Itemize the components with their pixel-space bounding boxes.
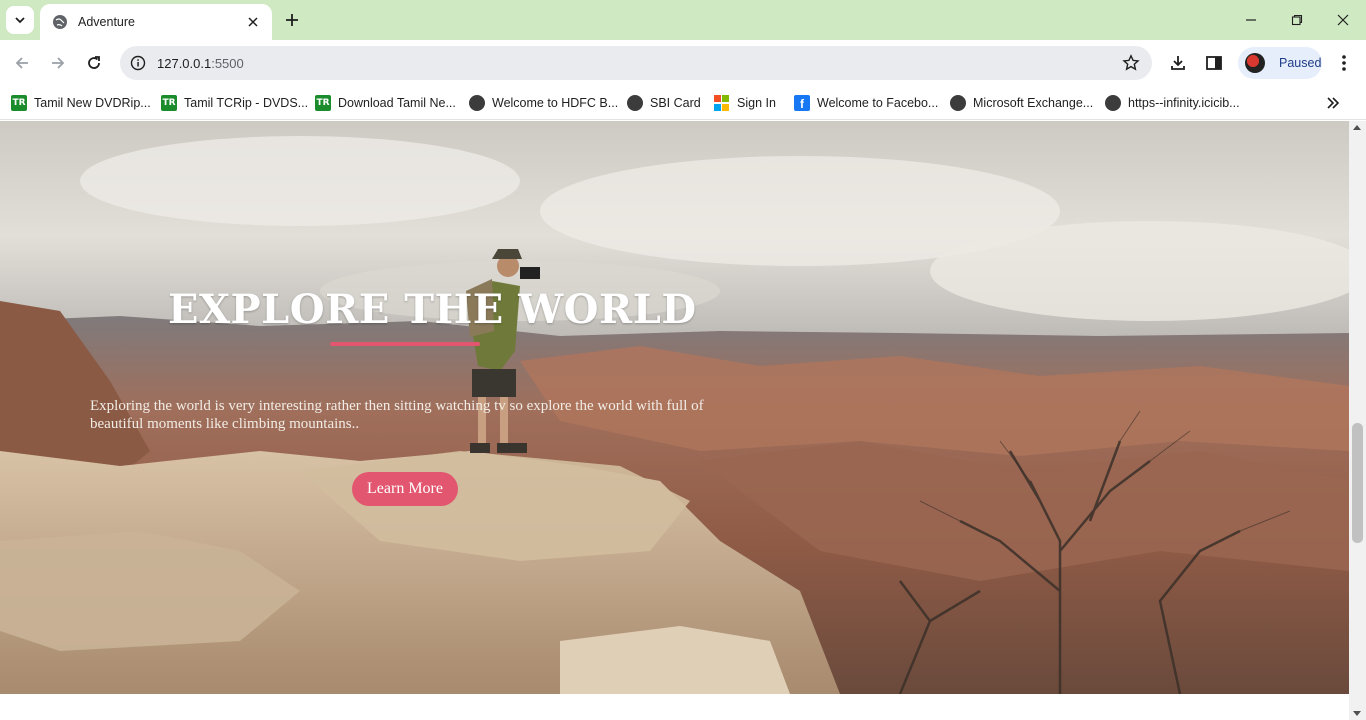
globe-icon bbox=[53, 15, 67, 29]
hero-title: EXPLORE THE WORLD bbox=[168, 286, 697, 333]
profile-status: Paused bbox=[1279, 56, 1322, 70]
close-icon bbox=[248, 17, 258, 27]
chevron-double-right-icon[interactable] bbox=[1324, 94, 1342, 112]
facebook-icon: f bbox=[794, 95, 810, 111]
bookmark-label: Microsoft Exchange... bbox=[973, 96, 1094, 110]
restore-icon bbox=[1291, 14, 1303, 26]
chevron-down-icon bbox=[15, 17, 25, 24]
bookmark-item[interactable]: https--infinity.icicib... bbox=[1105, 92, 1240, 114]
hero-description: Exploring the world is very interesting … bbox=[90, 398, 704, 432]
tr-icon: TR bbox=[161, 95, 177, 111]
tr-icon: TR bbox=[11, 95, 27, 111]
side-panel-button[interactable] bbox=[1204, 53, 1224, 73]
learn-more-button[interactable]: Learn More bbox=[352, 472, 458, 506]
bookmarks-bar: TR Tamil New DVDRip... TR Tamil TCRip - … bbox=[0, 86, 1366, 120]
close-tab-button[interactable] bbox=[244, 13, 262, 31]
back-button[interactable] bbox=[8, 49, 36, 77]
restore-button[interactable] bbox=[1274, 0, 1320, 40]
address-bar[interactable]: 127.0.0.1:5500 bbox=[120, 46, 1152, 80]
globe-icon bbox=[1105, 95, 1121, 111]
close-window-button[interactable] bbox=[1320, 0, 1366, 40]
site-info-button[interactable] bbox=[121, 46, 155, 80]
tab-search-button[interactable] bbox=[6, 6, 34, 34]
new-tab-button[interactable] bbox=[280, 8, 304, 32]
bookmark-label: Sign In bbox=[737, 96, 776, 110]
scroll-up-arrow[interactable] bbox=[1353, 125, 1361, 130]
bookmark-item[interactable]: TR Tamil New DVDRip... bbox=[11, 92, 151, 114]
bookmark-item[interactable]: SBI Card bbox=[627, 92, 701, 114]
url-host: 127.0.0.1 bbox=[157, 55, 212, 71]
microsoft-icon bbox=[714, 95, 730, 111]
profile-button[interactable]: Paused bbox=[1238, 47, 1322, 79]
url-text[interactable]: 127.0.0.1:5500 bbox=[157, 56, 244, 71]
side-panel-icon bbox=[1206, 56, 1222, 70]
close-icon bbox=[1337, 14, 1349, 26]
minimize-icon bbox=[1246, 19, 1256, 21]
title-underline bbox=[330, 342, 480, 346]
plus-icon bbox=[286, 14, 298, 26]
minimize-button[interactable] bbox=[1228, 0, 1274, 40]
scroll-thumb[interactable] bbox=[1352, 423, 1363, 543]
bookmark-label: Tamil New DVDRip... bbox=[34, 96, 151, 110]
tab-title: Adventure bbox=[78, 15, 135, 29]
hero-section: EXPLORE THE WORLD Exploring the world is… bbox=[0, 121, 1349, 694]
arrow-right-icon bbox=[52, 57, 65, 69]
bookmark-item[interactable]: TR Tamil TCRip - DVDS... bbox=[161, 92, 308, 114]
bookmark-item[interactable]: Sign In bbox=[714, 92, 776, 114]
bookmark-item[interactable]: Microsoft Exchange... bbox=[950, 92, 1093, 114]
bookmark-label: Download Tamil Ne... bbox=[338, 96, 456, 110]
url-port: :5500 bbox=[211, 55, 244, 71]
scroll-down-arrow[interactable] bbox=[1353, 711, 1361, 716]
downloads-button[interactable] bbox=[1168, 53, 1188, 73]
bookmark-label: Tamil TCRip - DVDS... bbox=[184, 96, 309, 110]
globe-icon bbox=[627, 95, 643, 111]
download-icon bbox=[1171, 56, 1185, 70]
page-scrollbar[interactable] bbox=[1349, 121, 1366, 720]
reload-icon bbox=[88, 56, 100, 69]
bookmark-item[interactable]: f Welcome to Facebo... bbox=[794, 92, 938, 114]
reload-button[interactable] bbox=[80, 49, 108, 77]
info-icon bbox=[130, 55, 146, 71]
bookmark-item[interactable]: TR Download Tamil Ne... bbox=[315, 92, 456, 114]
page-viewport: EXPLORE THE WORLD Exploring the world is… bbox=[0, 121, 1349, 720]
bookmark-label: Welcome to HDFC B... bbox=[492, 96, 619, 110]
bookmark-label: Welcome to Facebo... bbox=[817, 96, 939, 110]
bookmark-label: https--infinity.icicib... bbox=[1128, 96, 1240, 110]
tab-strip: Adventure bbox=[0, 0, 1366, 40]
tr-icon: TR bbox=[315, 95, 331, 111]
browser-toolbar: 127.0.0.1:5500 Paused bbox=[0, 40, 1366, 86]
bookmark-item[interactable]: Welcome to HDFC B... bbox=[469, 92, 618, 114]
forward-button[interactable] bbox=[44, 49, 72, 77]
avatar bbox=[1245, 53, 1265, 73]
bookmark-star-icon[interactable] bbox=[1122, 54, 1140, 72]
bookmark-label: SBI Card bbox=[650, 96, 701, 110]
browser-tab-active[interactable]: Adventure bbox=[40, 4, 272, 40]
globe-icon bbox=[469, 95, 485, 111]
arrow-left-icon bbox=[15, 57, 28, 69]
more-vert-icon[interactable] bbox=[1334, 53, 1354, 73]
globe-icon bbox=[950, 95, 966, 111]
